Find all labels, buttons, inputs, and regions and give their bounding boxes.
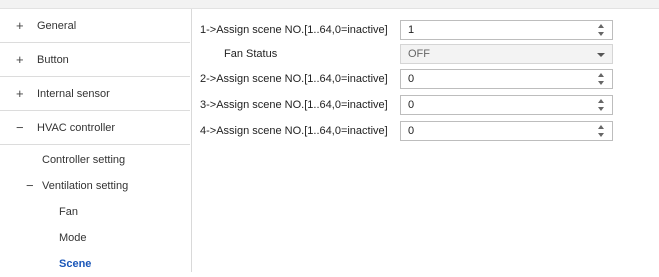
sidebar-item-button[interactable]: + Button [0, 43, 190, 77]
param-label: 2->Assign scene NO.[1..64,0=inactive] [200, 73, 388, 85]
sidebar-item-label: Ventilation setting [42, 180, 129, 192]
sidebar-item-label: General [37, 20, 77, 32]
spinner-value[interactable]: 0 [408, 70, 414, 88]
param-label: 1->Assign scene NO.[1..64,0=inactive] [200, 24, 388, 36]
sidebar-item-fan[interactable]: Fan [59, 199, 78, 225]
param-row-scene-3: 3->Assign scene NO.[1..64,0=inactive] 0 [200, 95, 659, 115]
chevron-down-icon[interactable] [597, 53, 605, 57]
spinner-arrows-icon[interactable] [598, 23, 606, 37]
sidebar-item-hvac-controller[interactable]: − HVAC controller [0, 111, 190, 145]
scene-1-spinner[interactable]: 1 [400, 20, 613, 40]
scene-4-spinner[interactable]: 0 [400, 121, 613, 141]
scene-3-spinner[interactable]: 0 [400, 95, 613, 115]
spinner-arrows-icon[interactable] [598, 124, 606, 138]
expand-icon[interactable]: + [16, 9, 24, 43]
fan-status-dropdown[interactable]: OFF [400, 44, 613, 64]
spinner-value[interactable]: 0 [408, 122, 414, 140]
sidebar-item-controller-setting[interactable]: Controller setting [42, 147, 125, 173]
sidebar-item-general[interactable]: + General [0, 9, 190, 43]
param-row-fan-status: Fan Status OFF [200, 44, 659, 64]
scene-2-spinner[interactable]: 0 [400, 69, 613, 89]
collapse-icon[interactable]: − [16, 111, 24, 145]
top-border [0, 0, 659, 9]
spinner-arrows-icon[interactable] [598, 98, 606, 112]
spinner-arrows-icon[interactable] [598, 72, 606, 86]
sidebar-item-internal-sensor[interactable]: + Internal sensor [0, 77, 190, 111]
expand-icon[interactable]: + [16, 77, 24, 111]
sidebar-item-label: Button [37, 54, 69, 66]
param-label: 3->Assign scene NO.[1..64,0=inactive] [200, 99, 388, 111]
sidebar: + General + Button + Internal sensor − H… [0, 9, 192, 272]
param-label: 4->Assign scene NO.[1..64,0=inactive] [200, 125, 388, 137]
sidebar-item-label: Internal sensor [37, 88, 110, 100]
sidebar-item-scene[interactable]: Scene [59, 251, 91, 277]
sidebar-item-mode[interactable]: Mode [59, 225, 87, 251]
expand-icon[interactable]: + [16, 43, 24, 77]
dropdown-value[interactable]: OFF [408, 45, 430, 63]
spinner-value[interactable]: 1 [408, 21, 414, 39]
param-row-scene-4: 4->Assign scene NO.[1..64,0=inactive] 0 [200, 121, 659, 141]
param-row-scene-1: 1->Assign scene NO.[1..64,0=inactive] 1 [200, 20, 659, 40]
sidebar-item-ventilation-setting[interactable]: − Ventilation setting [0, 173, 190, 199]
spinner-value[interactable]: 0 [408, 96, 414, 114]
param-label: Fan Status [224, 48, 278, 60]
sidebar-item-label: HVAC controller [37, 122, 116, 134]
param-row-scene-2: 2->Assign scene NO.[1..64,0=inactive] 0 [200, 69, 659, 89]
collapse-icon[interactable]: − [26, 173, 34, 199]
